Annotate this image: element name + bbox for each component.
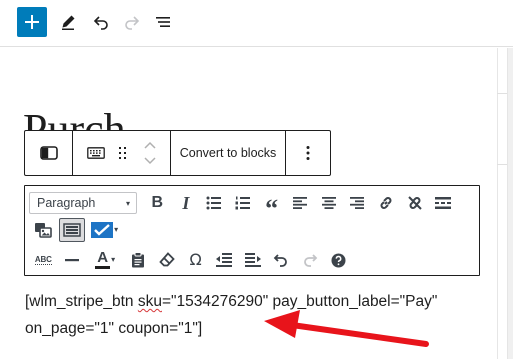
align-right-button[interactable] — [343, 190, 372, 216]
chevron-down-icon[interactable] — [143, 156, 157, 166]
classic-block-icon — [39, 146, 58, 160]
shortcode-text: [wlm_stripe_btn — [25, 293, 138, 310]
bold-icon: B — [151, 194, 164, 211]
keyboard-button[interactable] — [85, 131, 107, 175]
numbered-list-button[interactable] — [229, 190, 258, 216]
insert-link-button[interactable] — [372, 190, 401, 216]
checkbox-dropdown-button[interactable]: ▾ — [86, 217, 124, 243]
link-icon — [380, 197, 392, 209]
indent-button[interactable] — [239, 247, 268, 273]
more-options-icon — [306, 146, 310, 160]
spellcheck-button[interactable]: ABC — [29, 247, 58, 273]
text-color-button[interactable]: A ▾ — [86, 247, 124, 273]
bold-button[interactable]: B — [143, 190, 172, 216]
pencil-icon — [62, 15, 75, 30]
align-center-button[interactable] — [315, 190, 344, 216]
format-select[interactable]: Paragraph ▾ — [29, 192, 137, 214]
checkmark-dropdown-icon — [91, 222, 114, 238]
more-options-button[interactable] — [286, 131, 330, 175]
divider — [497, 164, 507, 165]
redo-button[interactable] — [117, 7, 147, 37]
format-select-value: Paragraph — [37, 196, 96, 210]
block-toolbar: Convert to blocks — [24, 130, 331, 176]
plus-icon — [25, 15, 39, 29]
italic-icon: I — [182, 193, 190, 213]
blockquote-icon: “ — [265, 194, 279, 223]
text-color-icon: A — [95, 250, 111, 269]
editor-undo-button[interactable] — [267, 247, 296, 273]
outdent-icon — [216, 253, 233, 267]
horizontal-line-icon — [64, 259, 79, 262]
special-character-icon: Ω — [189, 250, 202, 269]
undo-button[interactable] — [86, 7, 116, 37]
chevron-down-icon: ▾ — [114, 225, 119, 234]
misspelled-word: sku — [137, 293, 162, 310]
chevron-up-icon[interactable] — [143, 140, 157, 150]
block-type-button[interactable] — [25, 131, 72, 175]
insert-media-icon — [35, 223, 53, 238]
read-more-icon — [435, 197, 452, 209]
italic-button[interactable]: I — [172, 190, 201, 216]
remove-link-button[interactable] — [400, 190, 429, 216]
undo-icon — [93, 16, 108, 30]
align-left-button[interactable] — [286, 190, 315, 216]
block-movers — [139, 131, 161, 175]
canvas-edge-divider — [497, 48, 498, 359]
outdent-button[interactable] — [210, 247, 239, 273]
chevron-down-icon: ▾ — [111, 255, 116, 264]
align-center-icon — [321, 197, 336, 209]
classic-editor-block: Paragraph ▾ B I “ ▾ ABC A ▾ Ω — [24, 185, 480, 276]
horizontal-line-button[interactable] — [58, 247, 87, 273]
bullet-list-icon — [206, 196, 222, 210]
spellcheck-icon: ABC — [34, 254, 52, 265]
list-view-icon — [156, 17, 170, 27]
drag-handle[interactable] — [113, 131, 133, 175]
toolbar-row-2: ▾ — [29, 216, 124, 244]
toolbar-row-3: ABC A ▾ Ω — [29, 246, 353, 274]
divider — [497, 93, 507, 94]
tools-button[interactable] — [53, 7, 83, 37]
editor-header — [0, 0, 513, 47]
text-color-swatch — [95, 266, 111, 269]
options-group — [286, 131, 330, 175]
redo-icon — [304, 254, 318, 267]
numbered-list-icon — [235, 196, 251, 210]
convert-to-blocks-button[interactable]: Convert to blocks — [171, 131, 285, 175]
paste-as-text-button[interactable] — [124, 247, 153, 273]
align-left-icon — [293, 197, 308, 209]
document-overview-button[interactable] — [148, 7, 178, 37]
indent-icon — [244, 253, 261, 267]
toolbar-toggle-button[interactable] — [58, 218, 85, 242]
chevron-down-icon: ▾ — [125, 198, 130, 208]
block-tools-group — [73, 131, 171, 175]
undo-icon — [274, 254, 288, 267]
convert-group: Convert to blocks — [171, 131, 286, 175]
add-block-button[interactable] — [17, 7, 47, 37]
read-more-button[interactable] — [429, 190, 458, 216]
red-annotation-arrow — [264, 310, 429, 347]
clear-formatting-icon — [159, 252, 175, 267]
keyboard-icon — [87, 147, 105, 159]
keyboard-toggle-icon — [62, 223, 81, 237]
align-right-icon — [350, 197, 365, 209]
help-icon — [331, 253, 346, 267]
editor-redo-button[interactable] — [296, 247, 325, 273]
drag-handle-icon — [119, 147, 126, 159]
redo-icon — [125, 16, 140, 30]
special-character-button[interactable]: Ω — [181, 247, 210, 273]
insert-media-button[interactable] — [29, 217, 58, 243]
clear-formatting-button[interactable] — [153, 247, 182, 273]
paste-text-icon — [132, 252, 145, 268]
block-switcher-group — [25, 131, 73, 175]
toolbar-row-1: Paragraph ▾ B I “ — [29, 189, 458, 223]
unlink-icon — [407, 196, 422, 210]
bullet-list-button[interactable] — [200, 190, 229, 216]
canvas-scrollbar[interactable] — [507, 48, 513, 359]
keyboard-shortcuts-button[interactable] — [324, 247, 353, 273]
blockquote-button[interactable]: “ — [257, 190, 286, 223]
